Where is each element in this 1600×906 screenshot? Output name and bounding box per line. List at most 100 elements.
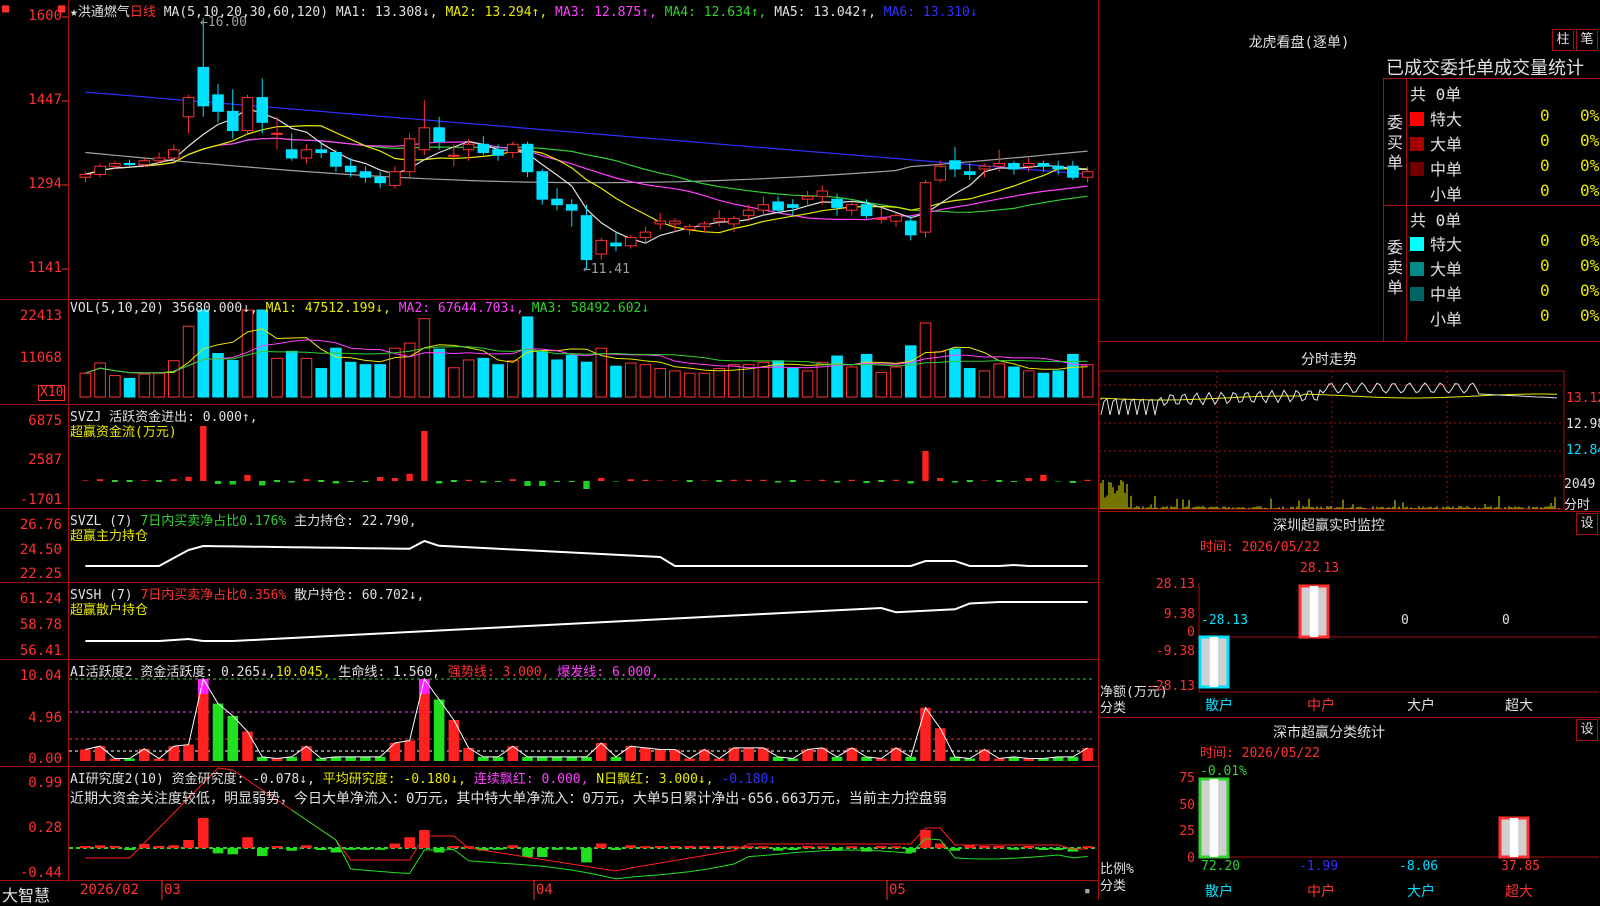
volume-bar <box>124 378 135 397</box>
svsh-tick-2: 58.78 <box>0 617 62 633</box>
candle <box>994 163 1005 166</box>
vol-ma2: MA2: 67644.703↓, <box>399 301 524 316</box>
candle <box>95 166 106 174</box>
activity-bar <box>1068 757 1079 761</box>
lock-icon[interactable]: ▪ <box>1084 884 1091 897</box>
research-bar <box>1009 848 1020 850</box>
activity-bar <box>655 750 666 761</box>
flow-bar <box>952 481 958 483</box>
monitor-cat-label: 大户 <box>1407 697 1435 714</box>
research-bar <box>876 846 887 848</box>
classify-cat-label: 超大 <box>1505 884 1533 900</box>
candle <box>802 196 813 199</box>
candle <box>375 177 386 182</box>
svzj-tick-3: -1701 <box>0 492 62 508</box>
candle <box>1068 166 1079 177</box>
volume-bar <box>964 369 975 397</box>
research-bar <box>168 845 179 848</box>
candle <box>979 166 990 169</box>
research-bar <box>655 846 666 848</box>
flow-bar <box>465 480 471 481</box>
activity-bar <box>345 757 356 761</box>
flow-bar <box>436 481 442 484</box>
research-bar <box>802 846 813 848</box>
volume-bar <box>640 365 651 397</box>
activity-bar <box>242 731 253 761</box>
research-bar <box>625 845 636 848</box>
ai2-header: AI研究度2(10) 资金研究度: -0.078↓, 平均研究度: -0.180… <box>70 768 776 787</box>
flow-bar <box>760 480 766 481</box>
research-bar <box>743 846 754 848</box>
research-bar <box>699 846 710 848</box>
candle <box>625 238 636 246</box>
volume-bar <box>139 374 150 397</box>
activity-bar <box>434 700 445 762</box>
high-note: ←16.00 <box>200 15 247 30</box>
candle <box>950 161 961 169</box>
candle <box>183 98 194 117</box>
ai1-header: AI活跃度2 资金活跃度: 0.265↓,10.045, 生命线: 1.560,… <box>70 661 659 680</box>
research-bar <box>242 837 253 848</box>
candle <box>168 150 179 158</box>
svzl-tick-3: 22.25 <box>0 566 62 582</box>
main-hold-line <box>85 541 1087 566</box>
ma6-line <box>85 92 1087 174</box>
volume-bar <box>419 319 430 397</box>
flow-bar <box>333 481 339 484</box>
ai1-v3: 生命线: 1.560, <box>338 665 440 680</box>
intraday-price-line <box>1101 383 1557 415</box>
ai1-tick-2: 4.96 <box>0 710 62 726</box>
candle <box>139 161 150 165</box>
monitor-bar-mid-shine <box>1310 586 1318 637</box>
classify-cat-label: 大户 <box>1407 883 1435 900</box>
volume-bar <box>670 371 681 397</box>
flow-bar <box>539 481 545 486</box>
candle <box>581 216 592 260</box>
volume-bar <box>1053 371 1064 397</box>
volume-bar <box>360 365 371 397</box>
ai1-label: AI活跃度2 <box>70 665 132 680</box>
ai1-tick-3: 0.00 <box>0 751 62 767</box>
stock-name[interactable]: 洪通燃气 <box>78 5 130 20</box>
volume-bar <box>213 354 224 398</box>
activity-bar <box>832 757 843 761</box>
price-tick-4: 1141 <box>0 260 62 276</box>
ai2-v4: N日飘红: 3.000↓, <box>596 772 713 787</box>
flow-bar <box>583 481 589 489</box>
volume-bar <box>611 366 622 397</box>
candle <box>773 202 784 210</box>
flow-bar <box>495 481 501 482</box>
vol-tick-1: 22413 <box>0 308 62 324</box>
xaxis-label-4: 05 <box>889 882 906 898</box>
volume-bar <box>788 369 799 397</box>
volume-bar <box>1038 373 1049 397</box>
activity-bar <box>390 743 401 761</box>
candle <box>905 221 916 235</box>
activity-bar <box>139 749 150 761</box>
candle <box>478 144 489 152</box>
period-label[interactable]: 日线 <box>130 5 156 20</box>
classify-bar-retail-shine <box>1210 779 1218 857</box>
volume-bar <box>522 317 533 397</box>
candle <box>434 128 445 142</box>
kline-chart[interactable] <box>0 0 1098 900</box>
right-charts: 28.139.380-9.38-28.13散户 中户 大户 超大-28.1328.13… <box>1099 0 1600 900</box>
flow-bar <box>554 481 560 482</box>
volume-bar <box>478 358 489 397</box>
candle <box>611 243 622 246</box>
classify-ytick: 0 <box>1187 851 1195 866</box>
favorite-star-icon[interactable]: ★ <box>70 5 78 20</box>
research-bar <box>773 848 784 851</box>
candle <box>1038 163 1049 166</box>
flow-bar <box>745 480 751 481</box>
research-bar <box>272 846 283 848</box>
volume-bar <box>773 361 784 397</box>
research-bar <box>670 846 681 848</box>
svsh-tick-3: 56.41 <box>0 643 62 659</box>
research-bar <box>213 848 224 853</box>
volume-bar <box>198 310 209 397</box>
monitor-ytick: -28.13 <box>1148 679 1195 694</box>
research-bar <box>537 848 548 857</box>
research-bar <box>1082 846 1093 848</box>
activity-bar <box>404 741 415 762</box>
